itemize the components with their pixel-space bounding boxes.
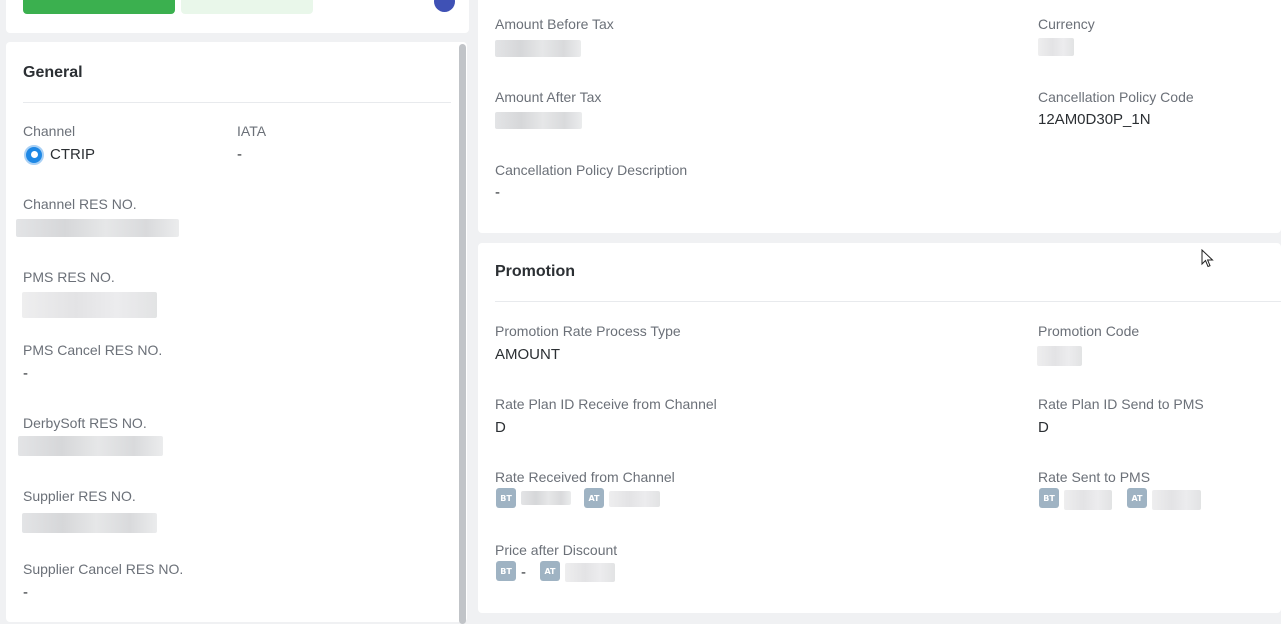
cancel-policy-desc-value: - [495,184,500,201]
derbysoft-res-label: DerbySoft RES NO. [23,415,147,431]
rate-card: Amount Before Tax Currency Amount After … [478,0,1281,233]
bt-badge: BT [496,561,516,581]
rate-received-bt-redacted [521,491,571,505]
right-column: Amount Before Tax Currency Amount After … [478,0,1281,616]
promo-process-type-value: AMOUNT [495,346,560,363]
rate-plan-send-label: Rate Plan ID Send to PMS [1038,396,1204,412]
currency-label: Currency [1038,16,1095,32]
general-card: General Channel CTRIP IATA - Channel RES… [6,42,467,622]
channel-label: Channel [23,123,76,139]
at-badge: AT [1127,488,1147,508]
promotion-card: Promotion Promotion Rate Process Type AM… [478,243,1281,613]
rate-received-label: Rate Received from Channel [495,469,675,485]
supplier-res-label: Supplier RES NO. [23,488,136,504]
promo-code-value-redacted [1037,346,1082,366]
cancel-policy-code-value: 12AM0D30P_1N [1038,111,1151,128]
general-scrollbar[interactable] [459,44,466,624]
promotion-divider [495,301,1281,302]
mouse-pointer-icon [1201,249,1214,268]
promo-process-type-label: Promotion Rate Process Type [495,323,681,339]
currency-value-redacted [1038,38,1074,56]
general-title: General [23,64,83,81]
bt-badge: BT [496,488,516,508]
price-after-discount-at-redacted [565,563,615,582]
cancel-policy-desc-label: Cancellation Policy Description [495,162,688,178]
pms-cancel-res-label: PMS Cancel RES NO. [23,342,163,358]
channel-res-value-redacted [16,219,179,237]
amount-after-tax-value-redacted [495,112,582,129]
promo-code-label: Promotion Code [1038,323,1140,339]
amount-before-tax-value-redacted [495,40,581,57]
channel-res-label: Channel RES NO. [23,196,137,212]
pms-res-value-redacted [22,292,157,318]
pms-cancel-res-value: - [23,365,28,382]
at-badge: AT [584,488,604,508]
rate-sent-bt-redacted [1064,490,1112,510]
amount-after-tax-label: Amount After Tax [495,89,602,105]
channel-value: CTRIP [50,146,95,163]
ctrip-logo-icon [24,145,44,165]
rate-sent-label: Rate Sent to PMS [1038,469,1151,485]
promotion-title: Promotion [495,263,575,280]
status-dot-icon[interactable] [434,0,455,12]
supplier-res-value-redacted [22,513,157,533]
rate-plan-send-value: D [1038,419,1049,436]
iata-value: - [237,146,242,163]
primary-action-button[interactable] [23,0,175,14]
iata-label: IATA [237,123,267,139]
price-after-discount-bt-value: - [521,564,526,581]
bt-badge: BT [1039,488,1059,508]
rate-received-at-redacted [609,491,660,507]
supplier-cancel-res-label: Supplier Cancel RES NO. [23,561,184,577]
at-badge: AT [540,561,560,581]
rate-plan-receive-label: Rate Plan ID Receive from Channel [495,396,717,412]
cancel-policy-code-label: Cancellation Policy Code [1038,89,1194,105]
top-action-card [6,0,469,33]
secondary-action-button[interactable] [181,0,313,14]
amount-before-tax-label: Amount Before Tax [495,16,614,32]
rate-plan-receive-value: D [495,419,506,436]
derbysoft-res-value-redacted [18,436,163,456]
price-after-discount-label: Price after Discount [495,542,618,558]
left-column: General Channel CTRIP IATA - Channel RES… [0,0,470,624]
rate-sent-at-redacted [1152,490,1201,510]
pms-res-label: PMS RES NO. [23,269,115,285]
general-divider [23,102,451,103]
supplier-cancel-res-value: - [23,584,28,601]
